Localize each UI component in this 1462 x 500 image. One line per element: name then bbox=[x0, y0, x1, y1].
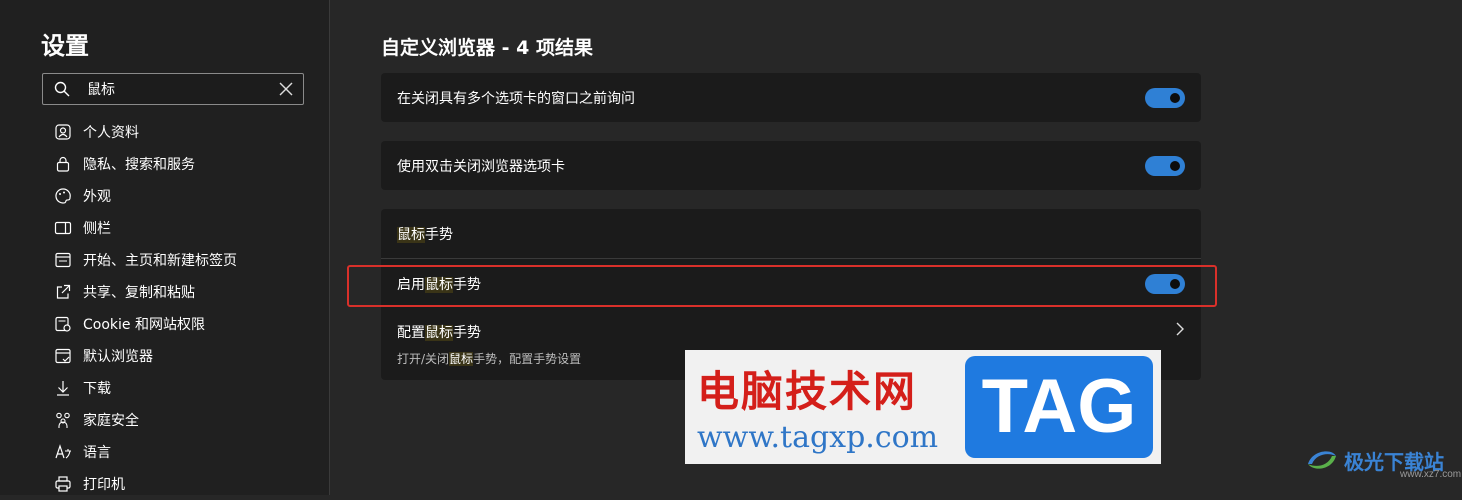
search-highlight: 鼠标 bbox=[425, 324, 453, 341]
settings-nav: 个人资料 隐私、搜索和服务 外观 侧栏 开始、主页和新建标签页 共享、复制和粘贴… bbox=[0, 116, 330, 500]
setting-card-close-tabs: 在关闭具有多个选项卡的窗口之前询问 bbox=[381, 73, 1201, 122]
corner-logo-url: www.xz7.com bbox=[1400, 469, 1462, 480]
sidebar-item-label: 家庭安全 bbox=[83, 413, 139, 429]
share-icon bbox=[56, 284, 71, 299]
sidebar-item-start-home[interactable]: 开始、主页和新建标签页 bbox=[0, 244, 330, 276]
toggle-knob bbox=[1170, 92, 1180, 103]
close-tabs-toggle[interactable] bbox=[1145, 87, 1185, 108]
close-icon[interactable] bbox=[279, 82, 293, 96]
sidebar-item-label: 个人资料 bbox=[83, 125, 139, 141]
sidebar-item-label: 语言 bbox=[83, 445, 111, 461]
chevron-right-icon bbox=[1176, 322, 1184, 336]
setting-label: 启用鼠标手势 bbox=[397, 276, 481, 293]
lock-icon bbox=[56, 156, 70, 172]
sidebar-item-profile[interactable]: 个人资料 bbox=[0, 116, 330, 148]
sidebar-item-label: 共享、复制和粘贴 bbox=[83, 285, 195, 301]
sidebar-item-label: 侧栏 bbox=[83, 221, 111, 237]
watermark-title: 电脑技术网 bbox=[697, 367, 918, 416]
sidebar-item-privacy[interactable]: 隐私、搜索和服务 bbox=[0, 148, 330, 180]
setting-label: 在关闭具有多个选项卡的窗口之前询问 bbox=[397, 90, 635, 107]
printer-icon bbox=[55, 476, 71, 492]
watermark: 电脑技术网 www.tagxp.com TAG bbox=[685, 350, 1161, 464]
setting-label: 使用双击关闭浏览器选项卡 bbox=[397, 158, 565, 175]
sidebar-item-label: 打印机 bbox=[83, 477, 125, 493]
site-permissions-icon bbox=[55, 316, 71, 332]
search-icon bbox=[54, 81, 70, 97]
sidebar-item-appearance[interactable]: 外观 bbox=[0, 180, 330, 212]
search-input[interactable] bbox=[87, 74, 277, 104]
setting-label: 配置鼠标手势 bbox=[397, 324, 481, 341]
sidebar-item-label: Cookie 和网站权限 bbox=[83, 317, 205, 333]
sidebar-item-cookies[interactable]: Cookie 和网站权限 bbox=[0, 308, 330, 340]
setting-row-close-tabs: 在关闭具有多个选项卡的窗口之前询问 bbox=[381, 73, 1201, 122]
sidebar-item-family[interactable]: 家庭安全 bbox=[0, 404, 330, 436]
sidebar-item-label: 默认浏览器 bbox=[83, 349, 153, 365]
section-title: 鼠标手势 bbox=[397, 226, 453, 243]
search-highlight: 鼠标 bbox=[449, 351, 474, 366]
sidebar-item-default-browser[interactable]: 默认浏览器 bbox=[0, 340, 330, 372]
sidebar-item-label: 外观 bbox=[83, 189, 111, 205]
watermark-url: www.tagxp.com bbox=[697, 420, 939, 455]
sidebar-item-label: 隐私、搜索和服务 bbox=[83, 157, 195, 173]
double-click-toggle[interactable] bbox=[1145, 155, 1185, 176]
setting-row-double-click: 使用双击关闭浏览器选项卡 bbox=[381, 141, 1201, 190]
language-icon bbox=[55, 444, 71, 459]
setting-card-double-click: 使用双击关闭浏览器选项卡 bbox=[381, 141, 1201, 190]
sidebar-item-share[interactable]: 共享、复制和粘贴 bbox=[0, 276, 330, 308]
sidebar-item-label: 开始、主页和新建标签页 bbox=[83, 253, 237, 269]
watermark-tag-logo: TAG bbox=[965, 356, 1153, 458]
swirl-logo-icon bbox=[1308, 451, 1336, 469]
mouse-gesture-toggle[interactable] bbox=[1145, 273, 1185, 294]
toggle-knob bbox=[1170, 278, 1180, 289]
mouse-gesture-header: 鼠标手势 bbox=[381, 209, 1201, 258]
family-icon bbox=[56, 412, 70, 428]
search-highlight: 鼠标 bbox=[397, 226, 425, 243]
toggle-knob bbox=[1170, 160, 1180, 171]
sidebar-item-sidebar[interactable]: 侧栏 bbox=[0, 212, 330, 244]
corner-logo: 极光下载站 www.xz7.com bbox=[1300, 440, 1462, 480]
sidebar-item-downloads[interactable]: 下载 bbox=[0, 372, 330, 404]
search-highlight: 鼠标 bbox=[425, 276, 453, 293]
search-box[interactable] bbox=[42, 73, 304, 105]
download-icon bbox=[57, 381, 69, 396]
page-title: 自定义浏览器 - 4 项结果 bbox=[381, 37, 593, 59]
enable-mouse-gesture-row: 启用鼠标手势 bbox=[381, 259, 1201, 308]
setting-description: 打开/关闭鼠标手势，配置手势设置 bbox=[397, 351, 582, 366]
home-icon bbox=[55, 252, 71, 268]
palette-icon bbox=[55, 188, 71, 204]
settings-sidebar: 设置 个人资料 隐私、搜索和服务 bbox=[0, 0, 330, 495]
sidebar-item-label: 下载 bbox=[83, 381, 111, 397]
sidebar-item-printer[interactable]: 打印机 bbox=[0, 468, 330, 500]
browser-icon bbox=[55, 348, 71, 364]
sidebar-icon bbox=[54, 221, 72, 235]
sidebar-item-language[interactable]: 语言 bbox=[0, 436, 330, 468]
settings-title: 设置 bbox=[41, 32, 89, 60]
profile-icon bbox=[55, 124, 71, 140]
